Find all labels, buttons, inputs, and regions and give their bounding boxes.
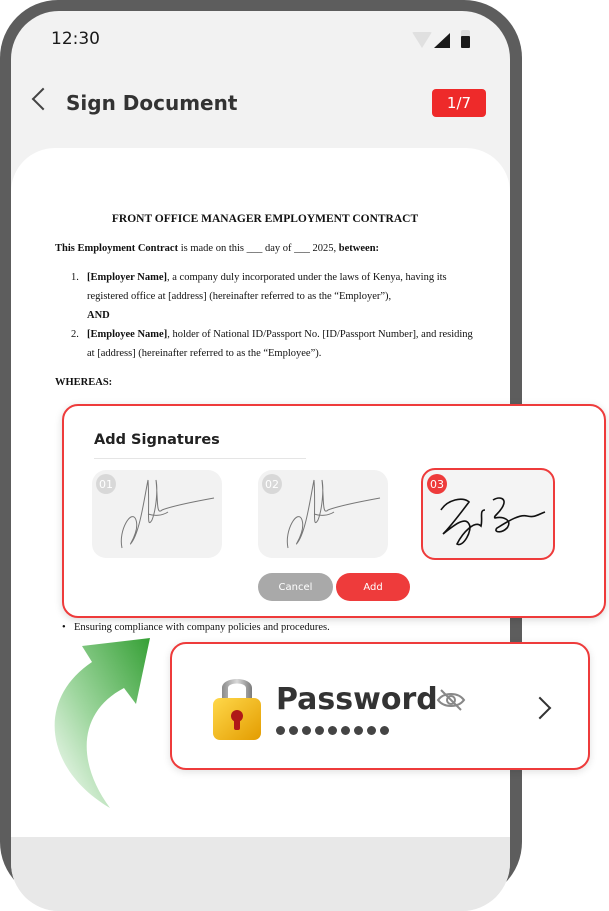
signature-number: 03 bbox=[427, 474, 447, 494]
add-button[interactable]: Add bbox=[336, 573, 410, 601]
list-number: 1. bbox=[71, 272, 79, 283]
intro-rest: is made on this ___ day of ___ 2025, bbox=[178, 243, 339, 254]
password-masked-value bbox=[276, 726, 389, 735]
signature-option-1[interactable]: 01 bbox=[92, 470, 222, 558]
status-time: 12:30 bbox=[51, 29, 100, 49]
page-indicator: 1/7 bbox=[432, 89, 486, 117]
intro-between: between: bbox=[338, 243, 380, 254]
curved-arrow-icon bbox=[54, 638, 150, 808]
list-item: 1. [Employer Name], a company duly incor… bbox=[55, 268, 475, 306]
cellular-signal-icon bbox=[434, 33, 450, 48]
party1-name: [Employer Name] bbox=[87, 272, 167, 283]
password-card[interactable]: Password bbox=[170, 642, 590, 770]
intro-bold: This Employment Contract bbox=[55, 243, 179, 254]
eye-slash-icon[interactable] bbox=[436, 688, 466, 712]
dialog-title: Add Signatures bbox=[94, 432, 220, 448]
signature-option-2[interactable]: 02 bbox=[258, 470, 388, 558]
back-arrow-icon[interactable] bbox=[31, 87, 55, 111]
and-label: AND bbox=[87, 310, 110, 321]
list-item: 2. [Employee Name], holder of National I… bbox=[55, 325, 475, 363]
divider bbox=[94, 458, 306, 459]
add-signatures-dialog: Add Signatures 01 02 03 Cancel Add bbox=[62, 404, 606, 618]
padlock-icon bbox=[213, 679, 261, 740]
password-label: Password bbox=[276, 682, 438, 717]
chevron-right-icon[interactable] bbox=[528, 696, 552, 720]
signature-number: 02 bbox=[262, 474, 282, 494]
wifi-icon bbox=[412, 32, 432, 48]
status-bar: 12:30 bbox=[11, 11, 510, 71]
cancel-button[interactable]: Cancel bbox=[258, 573, 333, 601]
list-number: 2. bbox=[71, 329, 79, 340]
parties-list: 1. [Employer Name], a company duly incor… bbox=[55, 268, 475, 363]
bottom-bar bbox=[11, 837, 510, 911]
signature-option-3[interactable]: 03 bbox=[421, 468, 555, 560]
page-title: Sign Document bbox=[66, 91, 238, 115]
document-heading: FRONT OFFICE MANAGER EMPLOYMENT CONTRACT bbox=[111, 213, 419, 225]
document-text: FRONT OFFICE MANAGER EMPLOYMENT CONTRACT… bbox=[55, 210, 475, 392]
whereas-heading: WHEREAS: bbox=[55, 377, 113, 388]
party2-name: [Employee Name] bbox=[87, 329, 168, 340]
app-header: Sign Document 1/7 bbox=[11, 73, 510, 133]
signature-number: 01 bbox=[96, 474, 116, 494]
document-intro: This Employment Contract is made on this… bbox=[55, 239, 475, 258]
battery-icon bbox=[461, 30, 470, 48]
